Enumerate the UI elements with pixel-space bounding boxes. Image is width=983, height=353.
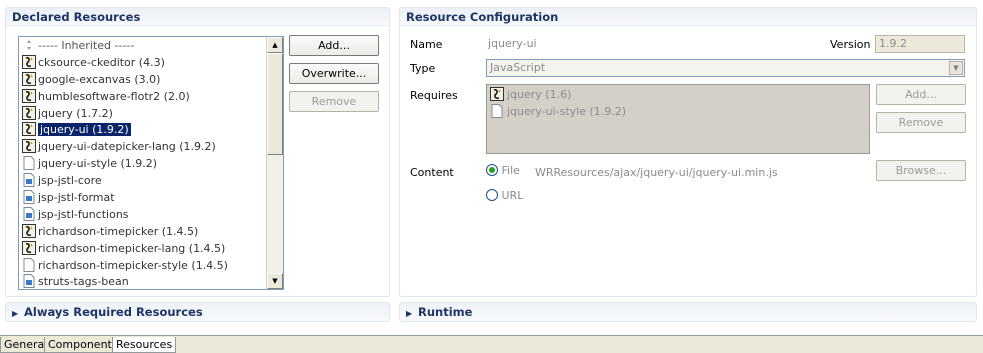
type-label: Type	[410, 62, 436, 75]
list-item-label: jsp-jstl-format	[38, 191, 115, 205]
always-required-header: ▶ Always Required Resources	[6, 303, 389, 321]
list-item[interactable]: jsp-jstl-core	[20, 173, 266, 190]
expand-triangle-icon[interactable]: ▶	[12, 309, 24, 318]
javascript-icon	[22, 71, 36, 86]
file-icon	[490, 104, 504, 123]
requires-label: Requires	[410, 89, 458, 102]
file-icon	[22, 156, 36, 171]
file-radio-indicator[interactable]	[486, 164, 498, 176]
jsp-icon	[22, 173, 36, 188]
list-item[interactable]: jsp-jstl-functions	[20, 206, 266, 224]
file-radio-label: File	[501, 164, 520, 177]
url-radio-indicator[interactable]	[486, 189, 498, 201]
name-label: Name	[410, 38, 443, 51]
list-item[interactable]: humblesoftware-flotr2 (2.0)	[20, 88, 266, 106]
runtime-section[interactable]: ▶ Runtime	[399, 302, 977, 322]
javascript-icon	[22, 223, 36, 238]
version-label: Version	[830, 38, 871, 51]
overwrite-resource-button[interactable]: Overwrite...	[289, 63, 379, 84]
editor-tabs: General Components Resources	[0, 335, 983, 353]
javascript-icon	[22, 139, 36, 154]
runtime-title: Runtime	[418, 305, 473, 319]
list-item-label: jsp-jstl-core	[38, 174, 102, 188]
requires-item[interactable]: jquery-ui-style (1.9.2)	[487, 104, 869, 121]
scroll-up-icon[interactable]: ▲	[267, 37, 283, 53]
remove-resource-button[interactable]: Remove	[289, 91, 379, 112]
list-scrollbar[interactable]: ▲ ▼	[266, 37, 283, 289]
requires-item-label: jquery (1.6)	[507, 88, 572, 101]
file-radio[interactable]: File	[486, 164, 520, 177]
list-item-label: google-excanvas (3.0)	[38, 72, 161, 86]
resource-configuration-title: Resource Configuration	[400, 8, 976, 26]
requires-add-button[interactable]: Add...	[876, 84, 966, 105]
requires-remove-button[interactable]: Remove	[876, 112, 966, 133]
inherited-icon	[22, 38, 36, 52]
list-item-label: jquery (1.7.2)	[38, 106, 113, 120]
list-item-label: richardson-timepicker (1.4.5)	[38, 224, 199, 238]
list-item-label: richardson-timepicker-style (1.4.5)	[38, 258, 228, 272]
list-item-label: jquery-ui-datepicker-lang (1.9.2)	[38, 140, 216, 154]
requires-list[interactable]: jquery (1.6) jquery-ui-style (1.9.2)	[486, 84, 870, 154]
javascript-icon	[22, 122, 36, 137]
list-item[interactable]: cksource-ckeditor (4.3)	[20, 54, 266, 72]
expand-triangle-icon[interactable]: ▶	[406, 309, 418, 318]
chevron-down-icon[interactable]: ▼	[949, 61, 963, 75]
declared-resources-title: Declared Resources	[6, 8, 389, 26]
list-item-label: struts-tags-bean	[38, 275, 129, 289]
list-item[interactable]: ----- Inherited -----	[20, 38, 266, 55]
list-item[interactable]: struts-tags-bean	[20, 274, 266, 289]
list-item-label: humblesoftware-flotr2 (2.0)	[38, 89, 190, 103]
jsp-icon	[22, 274, 36, 289]
type-select[interactable]: JavaScript ▼	[486, 59, 965, 77]
list-item[interactable]: richardson-timepicker-style (1.4.5)	[20, 257, 266, 275]
list-item-label: cksource-ckeditor (4.3)	[38, 55, 165, 69]
list-item[interactable]: jsp-jstl-format	[20, 190, 266, 207]
javascript-icon	[22, 54, 36, 69]
runtime-header: ▶ Runtime	[400, 303, 976, 321]
always-required-title: Always Required Resources	[24, 305, 203, 319]
javascript-icon	[22, 240, 36, 255]
list-item-label: jquery-ui (1.9.2)	[38, 123, 131, 137]
list-item-label: richardson-timepicker-lang (1.4.5)	[38, 241, 226, 255]
list-item[interactable]: jquery (1.7.2)	[20, 105, 266, 123]
requires-item[interactable]: jquery (1.6)	[487, 87, 869, 104]
jsp-icon	[22, 206, 36, 221]
browse-button[interactable]: Browse...	[876, 160, 966, 181]
type-select-value: JavaScript	[490, 61, 546, 74]
content-label: Content	[410, 166, 454, 179]
scroll-down-icon[interactable]: ▼	[267, 273, 283, 289]
list-item[interactable]: jquery-ui-style (1.9.2)	[20, 156, 266, 173]
file-path: WRResources/ajax/jquery-ui/jquery-ui.min…	[535, 166, 778, 179]
javascript-icon	[22, 105, 36, 120]
add-resource-button[interactable]: Add...	[289, 35, 379, 56]
tab-components[interactable]: Components	[44, 337, 122, 353]
javascript-icon	[22, 88, 36, 103]
list-item[interactable]: richardson-timepicker (1.4.5)	[20, 223, 266, 241]
declared-items: ----- Inherited ----- cksource-ckeditor (…	[20, 38, 266, 289]
scroll-thumb[interactable]	[267, 53, 283, 155]
list-item[interactable]: richardson-timepicker-lang (1.4.5)	[20, 240, 266, 258]
declared-resources-list[interactable]: ----- Inherited ----- cksource-ckeditor (…	[18, 36, 284, 290]
jsp-icon	[22, 190, 36, 205]
list-item[interactable]: jquery-ui-datepicker-lang (1.9.2)	[20, 139, 266, 156]
list-item-label: ----- Inherited -----	[38, 39, 135, 52]
version-field[interactable]: 1.9.2	[875, 35, 965, 53]
url-radio-label: URL	[501, 189, 524, 202]
list-item-label: jquery-ui-style (1.9.2)	[38, 157, 158, 171]
tab-resources[interactable]: Resources	[112, 337, 177, 353]
url-radio[interactable]: URL	[486, 189, 523, 202]
requires-item-label: jquery-ui-style (1.9.2)	[507, 105, 627, 118]
file-icon	[22, 257, 36, 272]
list-item[interactable]: google-excanvas (3.0)	[20, 71, 266, 89]
requires-items: jquery (1.6) jquery-ui-style (1.9.2)	[487, 85, 869, 121]
always-required-section[interactable]: ▶ Always Required Resources	[5, 302, 390, 322]
name-value: jquery-ui	[488, 37, 537, 50]
list-item-label: jsp-jstl-functions	[38, 207, 129, 221]
list-item[interactable]: jquery-ui (1.9.2)	[20, 122, 266, 139]
